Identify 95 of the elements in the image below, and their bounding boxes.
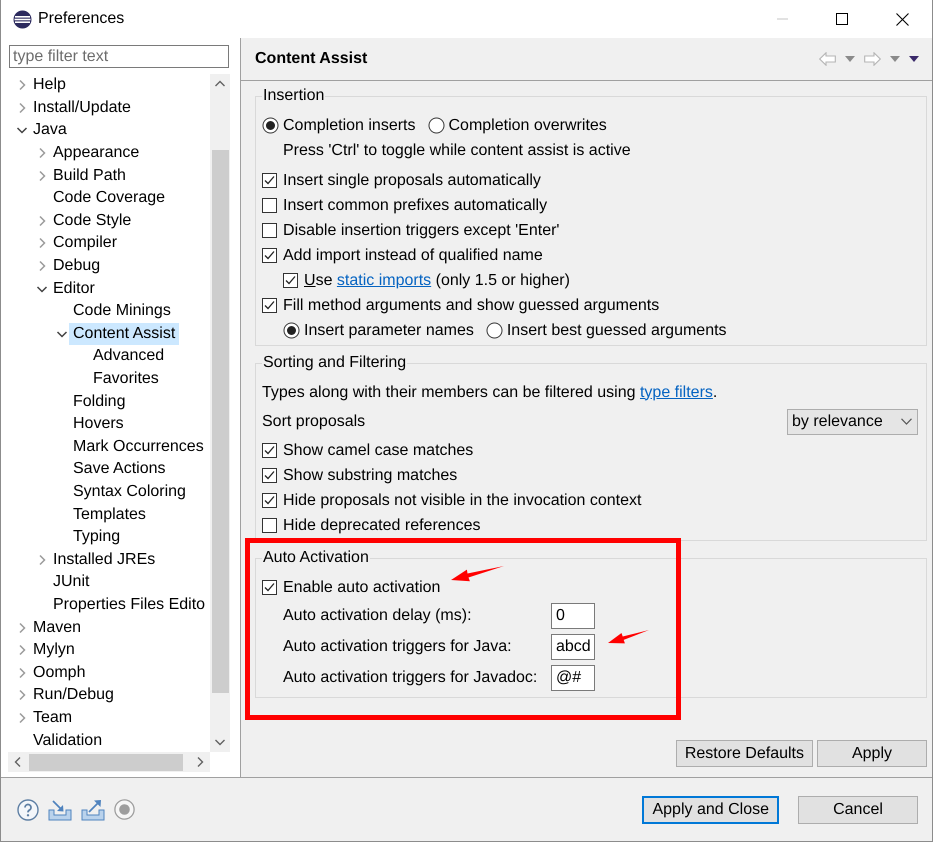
tree-item[interactable]: Properties Files Edito (49, 594, 210, 616)
tree-item[interactable]: Advanced (89, 345, 168, 368)
field-label: Auto activation triggers for Java: (283, 638, 513, 656)
tree-item[interactable]: Install/Update (29, 96, 135, 119)
description-text: Types along with their members can be filtered using type filters. (262, 384, 718, 402)
radio-label[interactable]: Insert parameter names (304, 322, 474, 340)
radio-button[interactable] (262, 117, 279, 134)
checkbox-label[interactable]: Use static imports (only 1.5 or higher) (304, 272, 570, 290)
page-title: Content Assist (255, 50, 368, 68)
tree-item[interactable]: Help (29, 74, 70, 96)
tree-item[interactable]: Java (29, 119, 71, 142)
radio-label[interactable]: Completion inserts (283, 116, 416, 134)
checkbox-label[interactable]: Enable auto activation (283, 578, 440, 596)
tray-arrow-out-icon[interactable] (81, 798, 105, 820)
tree-item[interactable]: Compiler (49, 232, 122, 254)
tree-item[interactable]: Team (29, 706, 76, 729)
checkbox[interactable] (283, 273, 298, 288)
tree-item[interactable]: Oomph (29, 662, 90, 684)
field-label: Auto activation delay (ms): (283, 607, 473, 625)
forward-arrow-icon[interactable] (864, 52, 881, 66)
checkbox[interactable] (262, 468, 277, 483)
group-title: Sorting and Filtering (262, 353, 408, 373)
radio-label[interactable]: Completion overwrites (448, 116, 607, 134)
checkbox[interactable] (262, 248, 277, 263)
help-icon[interactable] (17, 798, 39, 820)
radio-button[interactable] (283, 322, 300, 339)
tray-arrow-in-icon[interactable] (48, 798, 72, 820)
checkbox[interactable] (262, 223, 277, 238)
link[interactable]: type filters (640, 384, 713, 400)
checkbox[interactable] (262, 298, 277, 313)
maximize-icon (836, 13, 848, 25)
field-label: Sort proposals (262, 412, 366, 430)
group-title: Auto Activation (262, 548, 370, 568)
radio-button[interactable] (486, 322, 503, 339)
tree-item[interactable]: Debug (49, 255, 104, 278)
checkbox[interactable] (262, 518, 277, 533)
back-arrow-icon[interactable] (819, 52, 836, 66)
radio-label[interactable]: Insert best guessed arguments (506, 322, 727, 340)
dropdown[interactable]: by relevance (787, 408, 918, 434)
record-icon[interactable] (114, 799, 135, 820)
checkbox[interactable] (262, 580, 277, 595)
checkbox-label[interactable]: Insert single proposals automatically (283, 172, 541, 190)
tree-item[interactable]: Hovers (69, 413, 128, 436)
tree-item[interactable]: Editor (49, 278, 99, 300)
window-title: Preferences (38, 10, 124, 28)
field-label: Auto activation triggers for Javadoc: (283, 669, 538, 687)
checkbox[interactable] (262, 198, 277, 213)
tree-item[interactable]: Code Coverage (49, 187, 170, 210)
text-field[interactable]: @# (551, 665, 595, 691)
tree-item[interactable]: Run/Debug (29, 684, 118, 706)
tree-item[interactable]: Mark Occurrences (69, 436, 208, 458)
checkbox-label[interactable]: Disable insertion triggers except 'Enter' (283, 222, 560, 240)
minimize-icon (776, 18, 788, 20)
group-title: Insertion (262, 86, 326, 106)
tree-item[interactable]: Code Style (49, 210, 136, 232)
tree-item[interactable]: Maven (29, 616, 86, 639)
radio-button[interactable] (428, 117, 444, 134)
text-field[interactable]: abcd (551, 634, 595, 660)
tree-item[interactable]: Typing (69, 526, 124, 548)
tree-item[interactable]: Validation (29, 730, 106, 752)
tree-item[interactable]: Code Minings (69, 300, 175, 322)
checkbox-label[interactable]: Fill method arguments and show guessed arguments (283, 296, 660, 314)
chevron-down-icon (901, 418, 912, 425)
page-button[interactable]: Restore Defaults (676, 740, 813, 767)
scrollbar-thumb[interactable] (212, 150, 228, 693)
checkbox-label[interactable]: Insert common prefixes automatically (283, 196, 548, 214)
tree-item[interactable]: Mylyn (29, 639, 79, 662)
dialog-button[interactable]: Apply and Close (642, 796, 779, 824)
checkbox[interactable] (262, 443, 277, 458)
tree-item[interactable]: Favorites (89, 368, 163, 390)
tree-item[interactable]: Build Path (49, 164, 130, 187)
checkbox-label[interactable]: Show substring matches (283, 466, 458, 484)
app-icon (13, 10, 32, 28)
tree-item[interactable]: Installed JREs (49, 548, 160, 571)
tree-item[interactable]: Syntax Coloring (69, 480, 190, 503)
checkbox-label[interactable]: Hide deprecated references (283, 516, 480, 534)
close-icon (896, 12, 908, 26)
text-field[interactable]: 0 (551, 603, 595, 629)
checkbox-label[interactable]: Hide proposals not visible in the invocation context (283, 492, 642, 510)
filter-field[interactable]: type filter text (9, 45, 229, 68)
tree-item[interactable]: Save Actions (69, 458, 170, 480)
tree-item[interactable]: Content Assist (69, 322, 180, 345)
scrollbar-thumb[interactable] (29, 754, 183, 770)
dialog-button[interactable]: Cancel (798, 796, 918, 824)
checkbox-label[interactable]: Show camel case matches (283, 442, 474, 460)
checkbox[interactable] (262, 493, 277, 508)
page-button[interactable]: Apply (817, 740, 927, 767)
tree-item[interactable]: Folding (69, 390, 130, 413)
description-text: Press 'Ctrl' to toggle while content assist is active (283, 142, 631, 160)
tree-item[interactable]: Templates (69, 504, 150, 526)
tree-item[interactable]: Appearance (49, 142, 144, 164)
link[interactable]: static imports (336, 272, 432, 288)
checkbox[interactable] (262, 173, 277, 188)
tree-item[interactable]: JUnit (49, 571, 94, 594)
checkbox-label[interactable]: Add import instead of qualified name (283, 246, 543, 264)
